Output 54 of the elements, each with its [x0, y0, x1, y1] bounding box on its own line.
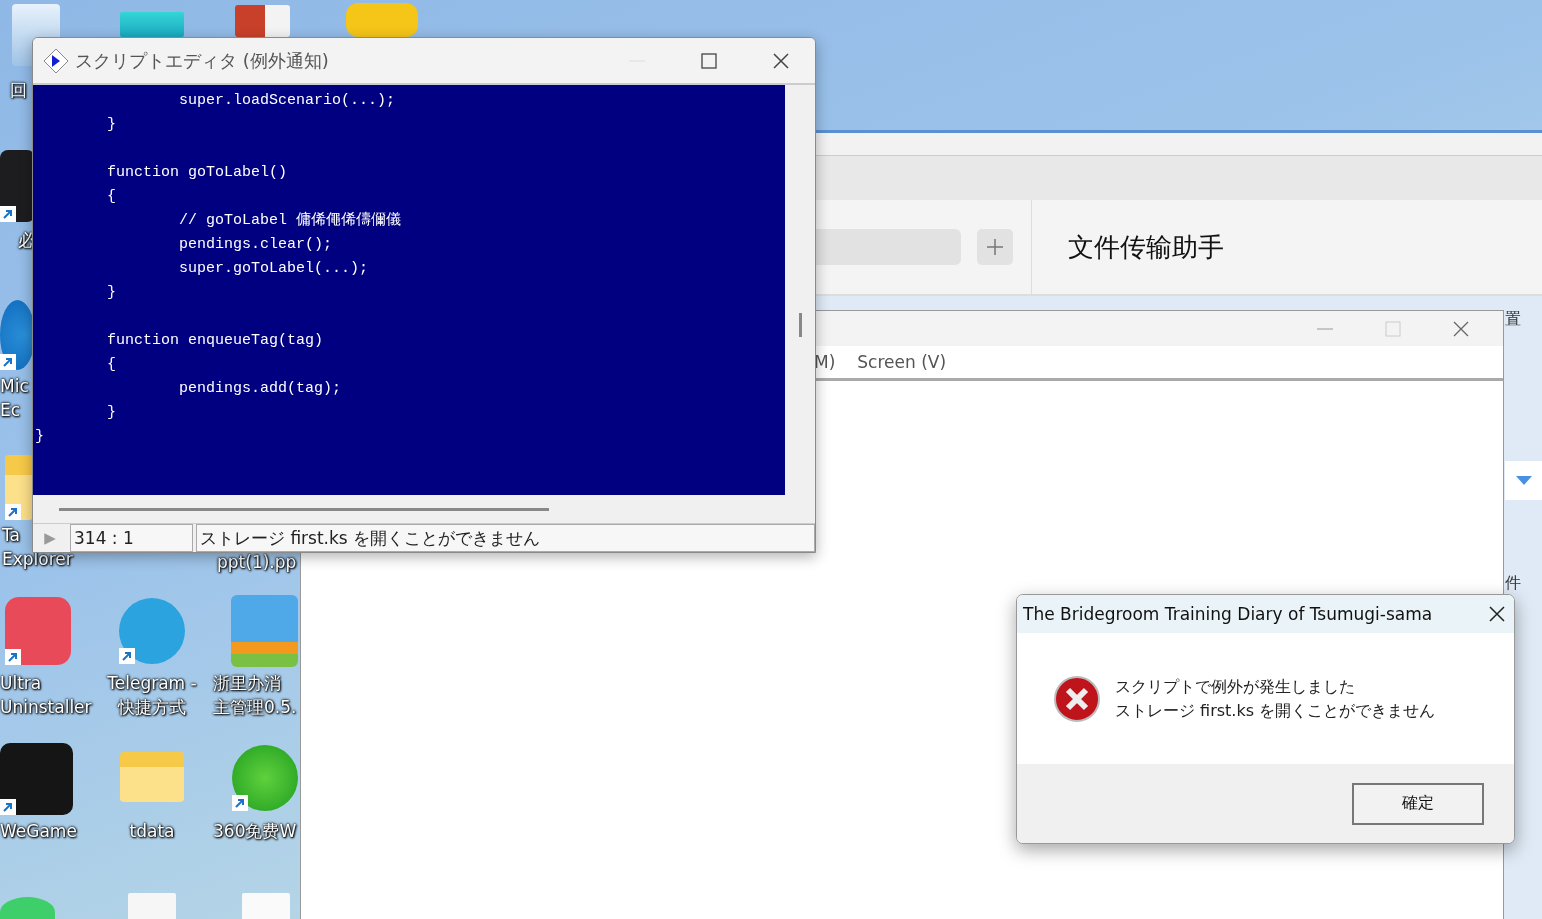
code-line: { [106, 187, 117, 207]
code-line: } [35, 427, 44, 447]
icon-label: 快捷方式 [118, 696, 186, 719]
icon-label: Ultra [0, 672, 42, 695]
code-line: super.goToLabel(...); [178, 259, 369, 279]
icon-label: 360免费W [213, 820, 297, 843]
icon-label: Ta [2, 524, 20, 547]
app-icon[interactable] [0, 743, 73, 815]
dropdown-field[interactable] [1505, 461, 1542, 500]
close-icon[interactable] [1488, 605, 1506, 623]
window-title: スクリプトエディタ (例外通知) [75, 48, 330, 73]
menu-item[interactable]: M) [814, 352, 836, 372]
code-line: } [106, 115, 117, 135]
error-message: ストレージ first.ks を開くことができません [1115, 699, 1436, 722]
icon-label: ppt(1).pp [217, 551, 297, 574]
code-line: } [106, 283, 117, 303]
status-marker: ▶ [43, 528, 57, 549]
ok-button[interactable]: 確定 [1352, 782, 1484, 825]
icon-label: Explorer [2, 548, 73, 571]
error-message: スクリプトで例外が発生しました [1115, 675, 1356, 698]
code-line: super.loadScenario(...); [178, 91, 396, 111]
code-line: function goToLabel() [106, 163, 288, 183]
icon-label: 主管理0.5. [213, 696, 297, 719]
code-line: // goToLabel 傭俙僶俙儔儞儀 [178, 210, 402, 231]
icon-label: WeGame [0, 820, 77, 843]
icon-label: tdata [129, 820, 175, 843]
scrollbar-thumb[interactable] [59, 507, 549, 511]
play-icon [43, 47, 69, 74]
icon-label: Telegram - [107, 672, 197, 695]
side-text: 置 [1505, 309, 1521, 330]
dialog-title: The Bridegroom Training Diary of Tsumugi-sama [1023, 604, 1434, 624]
search-field[interactable] [815, 229, 961, 265]
side-text: 件 [1505, 573, 1521, 594]
code-line: function enqueueTag(tag) [106, 331, 324, 351]
error-icon [1053, 674, 1101, 723]
code-line: } [106, 403, 117, 423]
scrollbar-thumb[interactable] [798, 313, 802, 337]
code-editor[interactable]: super.loadScenario(...); } function goToLabel() { // goToLabel 傭俙僶俙儔儞儀 pendings.clear(); super.goToLabel(...); } function enqueueTag(tag) { pendings.add(tag); } } [33, 85, 785, 495]
code-line: pendings.add(tag); [178, 379, 342, 399]
icon-label: Mic [0, 375, 29, 398]
code-line: { [106, 355, 117, 375]
add-button[interactable] [977, 229, 1013, 265]
code-line: pendings.clear(); [178, 235, 333, 255]
icon-label: 浙里办消 [213, 672, 281, 695]
cursor-position: 314 : 1 [70, 524, 193, 552]
chat-title: 文件传输助手 [1067, 230, 1224, 264]
plus-icon [986, 238, 1004, 256]
caret-icon [1515, 475, 1532, 486]
close-icon[interactable] [772, 51, 790, 70]
status-message: ストレージ first.ks を開くことができません [196, 524, 815, 552]
icon-label: Ec [0, 399, 21, 422]
icon-label: 回 [10, 79, 27, 102]
menu-item[interactable]: Screen (V) [857, 352, 947, 372]
icon-label: Uninstaller [0, 696, 92, 719]
